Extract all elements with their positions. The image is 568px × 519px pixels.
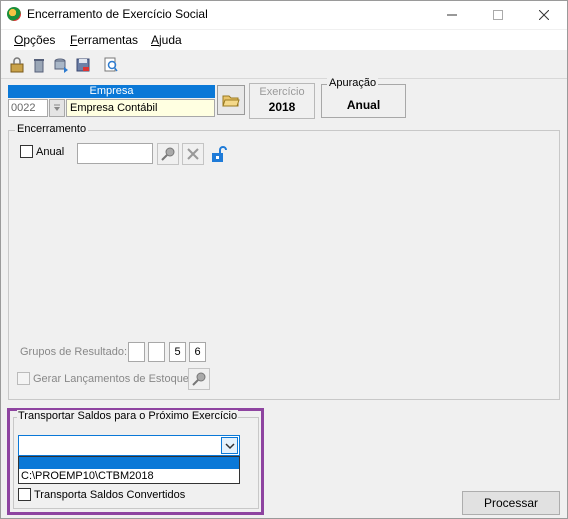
combo-dropdown-list: C:\PROEMP10\CTBM2018 — [18, 456, 240, 484]
clear-button[interactable] — [182, 143, 204, 165]
combo-dropdown-button[interactable] — [221, 437, 238, 454]
open-folder-button[interactable] — [217, 85, 245, 115]
anual-label: Anual — [36, 145, 65, 158]
transportar-label: Transportar Saldos para o Próximo Exercí… — [17, 410, 239, 422]
apuracao-group: Apuração Anual — [321, 77, 406, 118]
trash-icon — [34, 59, 44, 73]
close-button[interactable] — [521, 1, 567, 29]
toolbar — [1, 51, 567, 79]
estoque-label: Gerar Lançamentos de Estoque — [33, 372, 189, 385]
unlock-button[interactable] — [209, 145, 227, 163]
exercicio-label: Exercício — [259, 86, 305, 98]
arrow-down-icon — [54, 104, 60, 111]
database-icon — [54, 58, 68, 73]
encerramento-label: Encerramento — [15, 123, 89, 135]
apuracao-label: Apuração — [327, 77, 379, 89]
apuracao-value: Anual — [346, 98, 381, 112]
maximize-button[interactable] — [475, 1, 521, 29]
save-icon — [76, 58, 90, 72]
preview-icon — [104, 57, 118, 72]
lock-icon — [10, 57, 24, 73]
empresa-header: Empresa — [8, 85, 215, 98]
dropdown-option-blank[interactable] — [19, 457, 239, 469]
estoque-checkbox[interactable] — [17, 372, 30, 385]
grupo-field-3[interactable]: 5 — [169, 342, 186, 362]
folder-open-icon — [222, 95, 240, 107]
convertidos-checkbox-row[interactable]: Transporta Saldos Convertidos — [18, 488, 185, 501]
grupo-field-1[interactable] — [128, 342, 145, 362]
empresa-code-field[interactable]: 0022 — [8, 99, 48, 117]
title-bar: Encerramento de Exercício Social — [1, 1, 567, 29]
convertidos-checkbox[interactable] — [18, 488, 31, 501]
delete-button[interactable] — [30, 56, 48, 74]
anual-input[interactable] — [77, 143, 153, 164]
chevron-down-icon — [224, 442, 235, 449]
anual-checkbox-row[interactable]: Anual — [20, 145, 64, 158]
minimize-button[interactable] — [429, 1, 475, 29]
app-icon — [7, 7, 21, 21]
search-button[interactable] — [157, 143, 179, 165]
menu-label-rest: juda — [159, 33, 182, 47]
close-icon — [539, 10, 549, 20]
menu-bar: Opções Ferramentas Ajuda — [1, 30, 567, 50]
unlock-icon — [212, 146, 227, 162]
menu-accel: O — [14, 33, 24, 47]
transportar-combo[interactable] — [18, 435, 240, 456]
search-icon — [161, 147, 175, 161]
menu-accel: A — [151, 33, 160, 47]
main-window: Encerramento de Exercício Social Opções … — [0, 0, 568, 519]
convertidos-label: Transporta Saldos Convertidos — [34, 488, 186, 501]
maximize-icon — [493, 10, 503, 20]
anual-checkbox[interactable] — [20, 145, 33, 158]
menu-ajuda[interactable]: Ajuda — [151, 33, 182, 47]
save-button[interactable] — [74, 56, 92, 74]
search-icon — [192, 372, 206, 386]
window-title: Encerramento de Exercício Social — [27, 7, 208, 21]
grupo-field-4[interactable]: 6 — [189, 342, 206, 362]
clear-icon — [187, 148, 199, 160]
preview-button[interactable] — [102, 56, 120, 74]
estoque-checkbox-row[interactable]: Gerar Lançamentos de Estoque — [17, 372, 189, 385]
menu-label-rest: pções — [23, 33, 56, 47]
grupos-resultado-label: Grupos de Resultado: — [20, 346, 128, 358]
minimize-icon — [447, 14, 457, 16]
grupo-field-2[interactable] — [148, 342, 165, 362]
menu-ferramentas[interactable]: Ferramentas — [70, 33, 138, 47]
estoque-search-button[interactable] — [188, 368, 210, 390]
lock-button[interactable] — [8, 56, 26, 74]
menu-opcoes[interactable]: Opções — [14, 33, 55, 47]
empresa-lookup-button[interactable] — [49, 99, 65, 117]
dropdown-option-path[interactable]: C:\PROEMP10\CTBM2018 — [21, 470, 154, 482]
exercicio-value: 2018 — [268, 100, 296, 114]
exercicio-box: Exercício 2018 — [249, 83, 315, 119]
processar-button[interactable]: Processar — [462, 491, 560, 515]
menu-label-rest: erramentas — [77, 33, 139, 47]
database-button[interactable] — [52, 56, 70, 74]
encerramento-group: Encerramento — [8, 123, 560, 400]
empresa-name-field[interactable]: Empresa Contábil — [66, 99, 215, 117]
